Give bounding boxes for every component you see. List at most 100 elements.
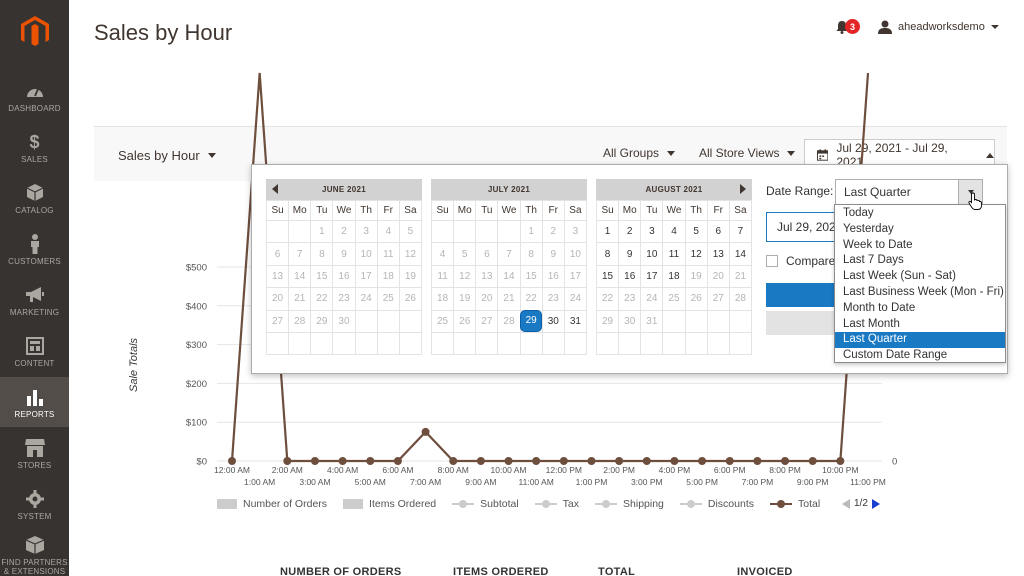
calendar-day[interactable]: 21 <box>288 287 312 311</box>
calendar-day[interactable]: 7 <box>728 219 753 244</box>
calendar-day[interactable]: 17 <box>640 264 664 289</box>
calendar-day[interactable]: 5 <box>453 242 477 266</box>
calendar-day[interactable]: 6 <box>265 242 290 266</box>
calendar-day[interactable]: 10 <box>354 242 378 266</box>
calendar-day[interactable]: 16 <box>618 264 642 289</box>
calendar-day[interactable]: 4 <box>376 219 400 244</box>
calendar-day[interactable]: 22 <box>519 287 543 311</box>
compare-checkbox-row[interactable]: Compare <box>766 254 835 268</box>
calendar-day[interactable]: 10 <box>640 242 664 266</box>
calendar-day[interactable]: 26 <box>453 309 477 333</box>
calendar-day[interactable]: 3 <box>563 219 588 244</box>
calendar-day[interactable]: 8 <box>595 242 620 266</box>
calendar-day[interactable]: 14 <box>728 242 753 266</box>
calendar-day[interactable]: 16 <box>541 264 565 289</box>
calendar-day[interactable]: 11 <box>662 242 686 266</box>
calendar-day[interactable]: 30 <box>332 309 356 333</box>
calendar-day[interactable]: 18 <box>662 264 686 289</box>
calendar-day[interactable]: 15 <box>519 264 543 289</box>
calendar-day[interactable]: 2 <box>332 219 356 244</box>
calendar-day[interactable]: 1 <box>595 219 620 244</box>
date-range-option[interactable]: Last 7 Days <box>835 253 1005 269</box>
calendar-day[interactable]: 26 <box>684 287 708 311</box>
legend-item[interactable]: Items Ordered <box>343 498 436 510</box>
calendar-day[interactable]: 19 <box>684 264 708 289</box>
calendar-day[interactable]: 7 <box>288 242 312 266</box>
date-range-option[interactable]: Last Week (Sun - Sat) <box>835 269 1005 285</box>
calendar-day[interactable]: 17 <box>563 264 588 289</box>
calendar-day[interactable]: 1 <box>310 219 334 244</box>
calendar-day[interactable]: 12 <box>684 242 708 266</box>
calendar-day[interactable]: 9 <box>618 242 642 266</box>
calendar-day[interactable]: 26 <box>398 287 423 311</box>
calendar-day[interactable]: 24 <box>640 287 664 311</box>
calendar-day[interactable]: 14 <box>497 264 521 289</box>
calendar-day[interactable]: 5 <box>398 219 423 244</box>
calendar-day[interactable]: 17 <box>354 264 378 289</box>
calendar-day[interactable]: 31 <box>563 309 588 333</box>
calendar-day[interactable]: 23 <box>618 287 642 311</box>
calendar-day[interactable]: 11 <box>430 264 455 289</box>
sidebar-item-find[interactable]: FIND PARTNERS & EXTENSIONS <box>0 530 69 576</box>
calendar-day[interactable]: 11 <box>376 242 400 266</box>
date-range-select[interactable]: Last Quarter <box>835 179 983 205</box>
calendar-day[interactable]: 16 <box>332 264 356 289</box>
calendar-day[interactable]: 20 <box>265 287 290 311</box>
calendar-day[interactable]: 28 <box>288 309 312 333</box>
calendar-day[interactable]: 5 <box>684 219 708 244</box>
calendar-day[interactable]: 13 <box>265 264 290 289</box>
date-range-option[interactable]: Week to Date <box>835 238 1005 254</box>
calendar-day[interactable]: 1 <box>519 219 543 244</box>
date-range-option[interactable]: Custom Date Range <box>835 348 1005 364</box>
calendar-day[interactable]: 10 <box>563 242 588 266</box>
calendar-day[interactable]: 21 <box>497 287 521 311</box>
calendar-day[interactable]: 4 <box>430 242 455 266</box>
next-page-icon[interactable] <box>871 498 880 509</box>
calendar-day[interactable]: 6 <box>475 242 499 266</box>
legend-item[interactable]: Shipping <box>595 498 664 510</box>
calendar-day[interactable]: 27 <box>475 309 499 333</box>
compare-checkbox[interactable] <box>766 255 778 267</box>
calendar-day[interactable]: 25 <box>662 287 686 311</box>
calendar-day[interactable]: 22 <box>310 287 334 311</box>
calendar-day[interactable]: 13 <box>475 264 499 289</box>
calendar-day[interactable]: 21 <box>728 264 753 289</box>
calendar-day[interactable]: 9 <box>332 242 356 266</box>
calendar-day[interactable]: 14 <box>288 264 312 289</box>
legend-item[interactable]: Tax <box>534 498 579 510</box>
calendar-day[interactable]: 8 <box>310 242 334 266</box>
calendar-day[interactable]: 3 <box>354 219 378 244</box>
calendar-day[interactable]: 4 <box>662 219 686 244</box>
calendar-day[interactable]: 30 <box>618 309 642 333</box>
calendar-day[interactable]: 7 <box>497 242 521 266</box>
calendar-day[interactable]: 2 <box>541 219 565 244</box>
legend-item[interactable]: Subtotal <box>452 498 519 510</box>
calendar-day[interactable]: 22 <box>595 287 620 311</box>
calendar-day[interactable]: 30 <box>541 309 565 333</box>
calendar-day[interactable]: 3 <box>640 219 664 244</box>
calendar-day[interactable]: 12 <box>398 242 423 266</box>
calendar-day[interactable]: 13 <box>706 242 730 266</box>
calendar-day[interactable]: 29 <box>595 309 620 333</box>
legend-item[interactable]: Number of Orders <box>217 498 327 510</box>
next-month-icon[interactable] <box>740 184 746 194</box>
calendar-day[interactable]: 24 <box>354 287 378 311</box>
calendar-day[interactable]: 23 <box>541 287 565 311</box>
calendar-day[interactable]: 20 <box>475 287 499 311</box>
prev-page-icon[interactable] <box>842 498 850 509</box>
calendar-day[interactable]: 23 <box>332 287 356 311</box>
calendar-day[interactable]: 12 <box>453 264 477 289</box>
calendar-day[interactable]: 6 <box>706 219 730 244</box>
date-range-option[interactable]: Last Month <box>835 317 1005 333</box>
calendar-day[interactable]: 29 <box>519 309 543 333</box>
calendar-day[interactable]: 20 <box>706 264 730 289</box>
legend-item[interactable]: Total <box>770 498 820 510</box>
calendar-day[interactable]: 18 <box>430 287 455 311</box>
calendar-day[interactable]: 27 <box>706 287 730 311</box>
calendar-day[interactable]: 29 <box>310 309 334 333</box>
date-range-option[interactable]: Yesterday <box>835 222 1005 238</box>
calendar-day[interactable]: 28 <box>728 287 753 311</box>
date-range-option[interactable]: Month to Date <box>835 301 1005 317</box>
calendar-day[interactable]: 25 <box>430 309 455 333</box>
calendar-day[interactable]: 24 <box>563 287 588 311</box>
